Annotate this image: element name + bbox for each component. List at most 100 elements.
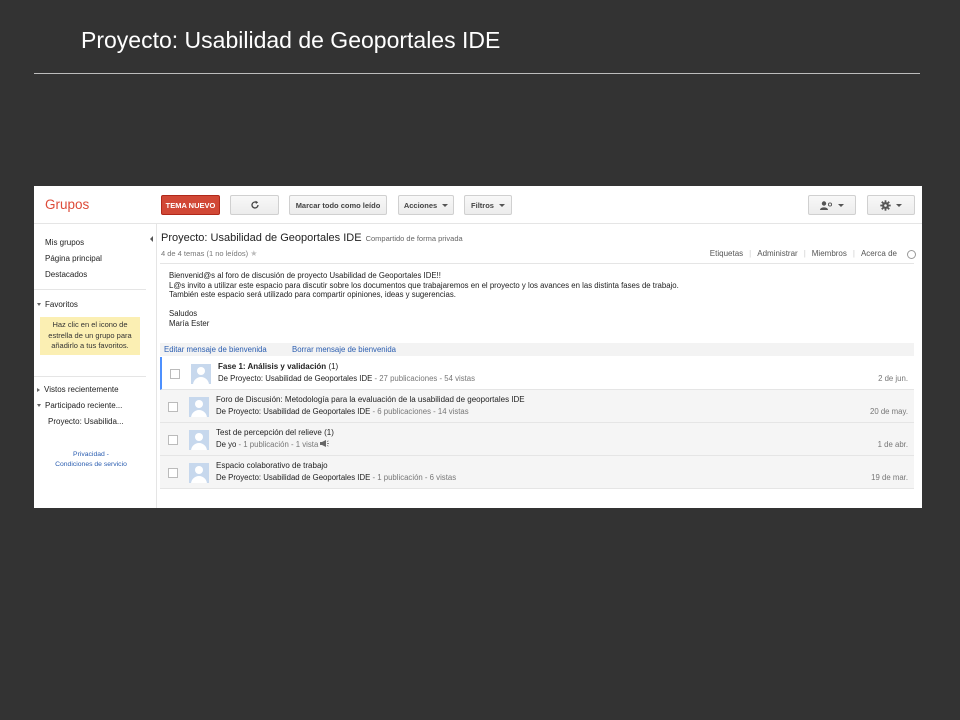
topic-author: De Proyecto: Usabilidad de Geoportales I… [216,407,371,416]
welcome-divider [160,263,914,264]
gear-icon [880,199,891,211]
groups-screenshot: Grupos TEMA NUEVO Marcar todo como leído… [34,186,922,508]
avatar [189,463,209,483]
recently-viewed-toggle[interactable]: Vistos recientemente [37,385,119,394]
welcome-actions: Editar mensaje de bienvenida Borrar mens… [160,343,914,356]
topic-title-line: Espacio colaborativo de trabajo [216,461,328,470]
topic-title-line: Fase 1: Análisis y validación (1) [218,362,338,371]
topic-date: 19 de mar. [871,473,908,482]
terms-link[interactable]: Condiciones de servicio [34,460,148,470]
refresh-icon [250,200,260,210]
topic-author: De Proyecto: Usabilidad de Geoportales I… [216,473,371,482]
chevron-down-icon [838,203,844,207]
welcome-line: L@s invito a utilizar este espacio para … [169,280,679,290]
topic-date: 20 de may. [870,407,908,416]
topic-author: De Proyecto: Usabilidad de Geoportales I… [218,374,373,383]
title-divider [34,73,920,74]
topic-checkbox[interactable] [168,468,178,478]
topic-meta: De Proyecto: Usabilidad de Geoportales I… [218,374,475,383]
topic-row[interactable]: Test de percepción del relieve (1) De yo… [160,423,914,456]
favorites-label: Favoritos [45,300,78,309]
settings-button[interactable] [867,195,915,215]
refresh-button[interactable] [230,195,279,215]
actions-label: Acciones [403,200,438,210]
topic-meta: De Proyecto: Usabilidad de Geoportales I… [216,407,469,416]
topic-date: 2 de jun. [878,374,908,383]
topic-title-line: Test de percepción del relieve (1) [216,428,334,437]
star-icon[interactable]: ★ [250,249,257,258]
topic-title[interactable]: Test de percepción del relieve [216,428,322,437]
filters-dropdown[interactable]: Filtros [464,195,512,215]
topic-stats: - 27 publicaciones - 54 vistas [372,374,476,383]
favorites-section-toggle[interactable]: Favoritos [37,300,78,309]
welcome-line: Bienvenid@s al foro de discusión de proy… [169,271,441,280]
topic-checkbox[interactable] [170,369,180,379]
sidebar-divider [34,289,146,290]
mark-all-read-button[interactable]: Marcar todo como leído [289,195,387,215]
avatar [189,430,209,450]
privacy-link[interactable]: Privacidad - [34,450,148,460]
welcome-line: Saludos [169,309,198,318]
new-topic-button[interactable]: TEMA NUEVO [161,195,220,215]
sidebar-item-home[interactable]: Página principal [45,254,102,263]
chevron-down-icon [498,203,505,207]
slide-title: Proyecto: Usabilidad de Geoportales IDE [81,27,501,53]
unread-count: (1) [324,428,334,437]
delete-welcome-link[interactable]: Borrar mensaje de bienvenida [292,345,396,354]
unread-count: (1) [328,362,339,371]
actions-dropdown[interactable]: Acciones [398,195,454,215]
recently-viewed-label: Vistos recientemente [44,385,119,394]
filters-label: Filtros [471,200,494,210]
group-tabs: Etiquetas | Administrar | Miembros | Acerca… [704,249,916,259]
topic-row[interactable]: Fase 1: Análisis y validación (1) De Pro… [160,357,914,390]
dropdown-circle-icon[interactable] [907,250,916,259]
group-main: Proyecto: Usabilidad de Geoportales IDE C… [160,224,916,508]
recently-participated-label: Participado reciente... [45,401,123,410]
chevron-down-icon [896,203,902,207]
topic-row[interactable]: Espacio colaborativo de trabajo De Proye… [160,456,914,489]
sidebar-divider [34,376,146,377]
topic-author: De yo [216,440,237,449]
topic-checkbox[interactable] [168,435,178,445]
sidebar-item-starred[interactable]: Destacados [45,270,87,279]
welcome-message: Bienvenid@s al foro de discusión de proy… [169,271,679,328]
recently-participated-toggle[interactable]: Participado reciente... [37,401,122,410]
chevron-right-icon [37,387,40,392]
topic-count-line: 4 de 4 temas (1 no leídos) ★ [161,249,257,258]
topic-meta: De Proyecto: Usabilidad de Geoportales I… [216,473,456,482]
app-brand[interactable]: Grupos [45,197,89,212]
topic-count: 4 de 4 temas (1 no leídos) [161,249,249,258]
chevron-left-icon [150,236,153,242]
topic-title[interactable]: Foro de Discusión: Metodología para la e… [216,395,525,404]
topic-stats: - 1 publicación - 6 vistas [370,473,457,482]
topic-date: 1 de abr. [877,440,908,449]
sidebar: Mis grupos Página principal Destacados F… [34,224,150,508]
tab-labels[interactable]: Etiquetas [704,249,749,258]
person-icon [820,200,833,210]
topic-title[interactable]: Fase 1: Análisis y validación [218,362,326,371]
topic-meta: De yo - 1 publicación - 1 vista [216,440,330,449]
topic-row[interactable]: Foro de Discusión: Metodología para la e… [160,390,914,423]
group-title-line: Proyecto: Usabilidad de Geoportales IDE C… [161,232,463,244]
edit-welcome-link[interactable]: Editar mensaje de bienvenida [164,345,267,354]
sidebar-item-my-groups[interactable]: Mis grupos [45,238,84,247]
sidebar-collapse-handle[interactable] [148,224,157,508]
tab-members[interactable]: Miembros [806,249,853,258]
topic-title[interactable]: Espacio colaborativo de trabajo [216,461,328,470]
topic-title-line: Foro de Discusión: Metodología para la e… [216,395,525,404]
topic-checkbox[interactable] [168,402,178,412]
chevron-down-icon [37,404,41,408]
avatar [191,364,211,384]
sidebar-item-recent-group[interactable]: Proyecto: Usabilida... [48,417,124,426]
tab-about[interactable]: Acerca de [855,249,903,258]
group-title[interactable]: Proyecto: Usabilidad de Geoportales IDE [161,232,362,244]
megaphone-icon [320,440,330,449]
topic-stats: - 6 publicaciones - 14 vistas [370,407,469,416]
favorites-hint: Haz clic en el icono de estrella de un g… [40,317,140,355]
sharing-status: Compartido de forma privada [365,234,463,243]
topic-list: Fase 1: Análisis y validación (1) De Pro… [160,357,914,489]
tab-manage[interactable]: Administrar [751,249,803,258]
chevron-down-icon [442,203,449,207]
member-menu-button[interactable] [808,195,856,215]
avatar [189,397,209,417]
